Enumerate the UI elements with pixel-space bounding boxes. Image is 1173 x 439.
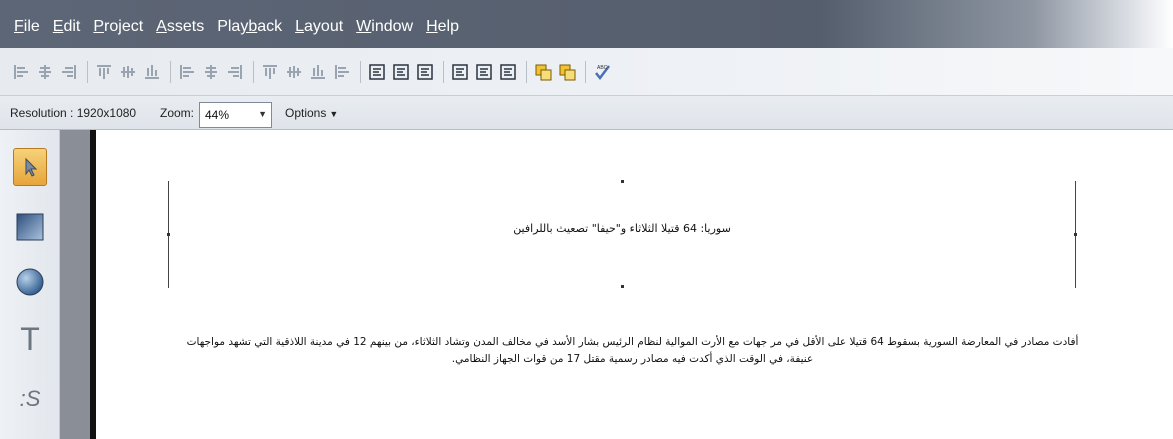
tool-palette: T :S <box>0 130 60 439</box>
text-icon: T <box>20 320 40 357</box>
bring-front-icon[interactable] <box>532 61 554 83</box>
distribute-center-icon[interactable] <box>200 61 222 83</box>
ellipse-icon <box>16 268 44 296</box>
toolbar-separator <box>526 61 527 83</box>
ellipse-tool[interactable] <box>13 263 47 301</box>
resize-handle-bottom[interactable] <box>621 285 624 288</box>
distribute-right-icon[interactable] <box>224 61 246 83</box>
send-back-icon[interactable] <box>556 61 578 83</box>
toolbar-separator <box>253 61 254 83</box>
toolbar: ABC <box>0 48 1173 96</box>
zoom-select[interactable]: 44% ▼ <box>199 102 272 128</box>
zoom-label: Zoom: <box>160 106 195 120</box>
menu-item-file[interactable]: File <box>14 18 40 36</box>
distribute-middle-icon[interactable] <box>283 61 305 83</box>
body-line-2: عنيفة، في الوقت الذي أكدت فيه مصادر رسمي… <box>451 353 814 365</box>
rectangle-icon <box>16 213 44 241</box>
resolution-label: Resolution : 1920x1080 <box>10 106 137 120</box>
resize-handle-top[interactable] <box>621 180 624 183</box>
menu-item-assets[interactable]: Assets <box>156 18 204 36</box>
snap-right-icon[interactable] <box>414 61 436 83</box>
toolbar-separator <box>360 61 361 83</box>
pointer-icon <box>25 157 38 177</box>
headline-text[interactable]: سوريا: 64 قتيلا الثلاثاء و"حيفا" تصعيث ب… <box>169 222 1075 235</box>
menu-item-layout[interactable]: Layout <box>295 18 343 36</box>
zoom-value: 44% <box>205 108 230 122</box>
align-top-icon[interactable] <box>93 61 115 83</box>
toolbar-separator <box>585 61 586 83</box>
snap-top-icon[interactable] <box>449 61 471 83</box>
spellcheck-icon[interactable]: ABC <box>591 61 613 83</box>
menu-items: File Edit Project Assets Playback Layout Windo… <box>14 18 459 36</box>
svg-text:ABC: ABC <box>597 65 608 71</box>
menu-item-playback[interactable]: Playback <box>217 18 282 36</box>
align-center-icon[interactable] <box>34 61 56 83</box>
align-left-icon[interactable] <box>10 61 32 83</box>
toolbar-separator <box>170 61 171 83</box>
distribute-bottom-icon[interactable] <box>307 61 329 83</box>
rectangle-tool[interactable] <box>13 208 47 246</box>
align-right-icon[interactable] <box>58 61 80 83</box>
snap-middle-icon[interactable] <box>473 61 495 83</box>
body-line-1: أفادت مصادر في المعارضة السورية بسقوط 64… <box>186 336 1079 348</box>
text-tool[interactable]: T <box>13 320 47 358</box>
menu-item-edit[interactable]: Edit <box>53 18 81 36</box>
options-menu[interactable]: Options ▼ <box>285 106 338 120</box>
styled-text-tool[interactable]: :S <box>13 380 47 418</box>
styled-text-icon: :S <box>19 386 41 411</box>
align-middle-icon[interactable] <box>117 61 139 83</box>
pointer-tool[interactable] <box>13 148 47 186</box>
snap-center-icon[interactable] <box>390 61 412 83</box>
canvas-gutter <box>60 130 90 439</box>
options-label: Options <box>285 106 327 120</box>
menu-bar: File Edit Project Assets Playback Layout Windo… <box>0 0 1173 48</box>
snap-bottom-icon[interactable] <box>497 61 519 83</box>
chevron-down-icon: ▼ <box>329 109 339 119</box>
toolbar-row: ABC <box>10 58 615 86</box>
snap-left-icon[interactable] <box>366 61 388 83</box>
options-bar: Resolution : 1920x1080 Zoom: Options ▼ <box>0 96 1173 130</box>
space-evenly-icon[interactable] <box>331 61 353 83</box>
align-bottom-icon[interactable] <box>141 61 163 83</box>
distribute-horizontal-icon[interactable] <box>176 61 198 83</box>
menu-item-window[interactable]: Window <box>356 18 413 36</box>
canvas[interactable] <box>96 130 1173 439</box>
menu-item-help[interactable]: Help <box>426 18 459 36</box>
body-text[interactable]: أفادت مصادر في المعارضة السورية بسقوط 64… <box>175 334 1090 368</box>
chevron-down-icon[interactable]: ▼ <box>258 109 267 119</box>
toolbar-separator <box>87 61 88 83</box>
toolbar-separator <box>443 61 444 83</box>
distribute-top-icon[interactable] <box>259 61 281 83</box>
menu-item-project[interactable]: Project <box>93 18 143 36</box>
